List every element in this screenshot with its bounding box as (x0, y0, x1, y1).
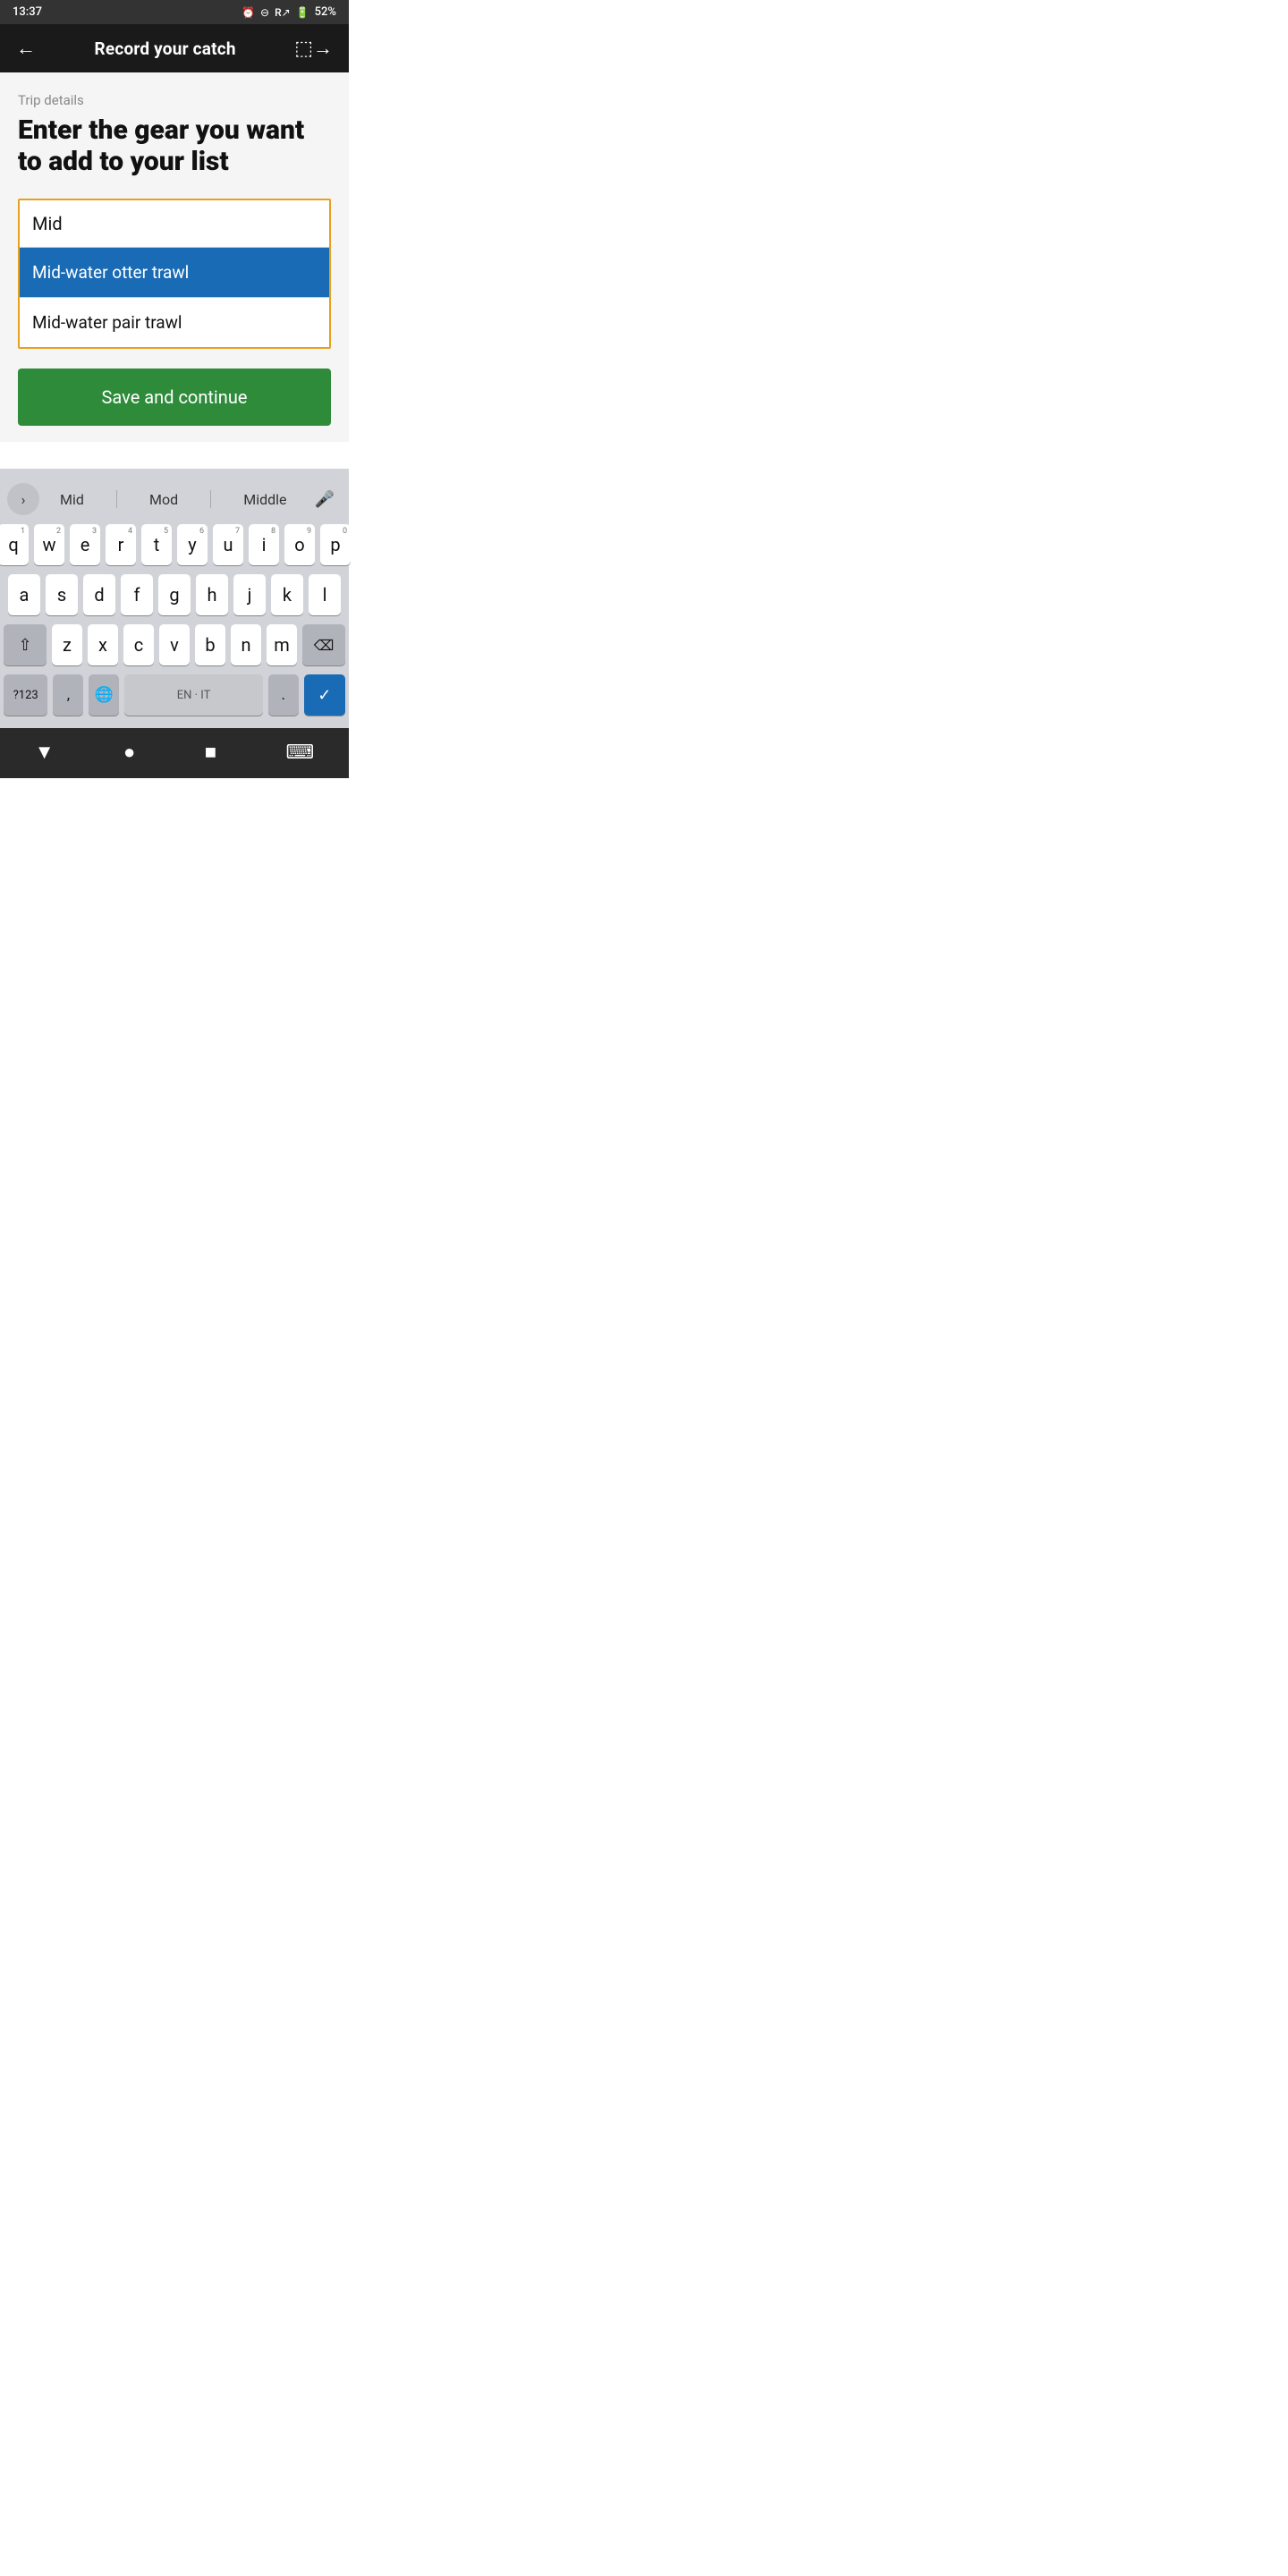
key-y[interactable]: 6y (177, 524, 208, 565)
suggestion-1[interactable]: Mod (140, 487, 187, 512)
app-bar: ← Record your catch ⬚→ (0, 24, 349, 72)
globe-key[interactable]: 🌐 (89, 674, 119, 716)
suggestion-items: Mid Mod Middle (39, 487, 308, 512)
key-p[interactable]: 0p (320, 524, 351, 565)
exit-icon[interactable]: ⬚→ (294, 37, 333, 60)
key-k[interactable]: k (271, 574, 303, 615)
key-q[interactable]: 1q (0, 524, 29, 565)
keyboard-area: › Mid Mod Middle 🎤 1q 2w 3e 4r 5t 6y 7u … (0, 469, 349, 728)
status-time: 13:37 (13, 5, 42, 19)
backspace-key[interactable]: ⌫ (302, 624, 345, 665)
dropdown-item-1[interactable]: Mid-water pair trawl (20, 298, 329, 347)
suggestion-divider-1 (210, 490, 211, 508)
suggestion-2[interactable]: Middle (234, 487, 295, 512)
key-l[interactable]: l (309, 574, 341, 615)
key-t[interactable]: 5t (141, 524, 172, 565)
key-row-1: 1q 2w 3e 4r 5t 6y 7u 8i 9o 0p (4, 524, 345, 565)
nav-recents-button[interactable]: ■ (191, 737, 231, 767)
gear-input-container: Mid-water otter trawl Mid-water pair tra… (18, 199, 331, 349)
suggestion-0[interactable]: Mid (51, 487, 93, 512)
key-d[interactable]: d (83, 574, 115, 615)
sym-key[interactable]: ?123 (4, 674, 47, 716)
key-v[interactable]: v (159, 624, 190, 665)
bottom-nav: ▼ ● ■ ⌨ (0, 728, 349, 778)
key-u[interactable]: 7u (213, 524, 243, 565)
dropdown-item-0[interactable]: Mid-water otter trawl (20, 248, 329, 297)
space-key[interactable]: EN · IT (124, 674, 262, 716)
status-icons: ⏰ ⊖ R↗ 🔋 52% (242, 5, 336, 19)
nav-home-button[interactable]: ● (109, 737, 149, 767)
period-key[interactable]: . (268, 674, 299, 716)
key-x[interactable]: x (88, 624, 118, 665)
key-row-2: a s d f g h j k l (4, 574, 345, 615)
nav-keyboard-button[interactable]: ⌨ (271, 738, 328, 767)
key-n[interactable]: n (231, 624, 261, 665)
battery-percent: 52% (315, 5, 336, 19)
key-z[interactable]: z (52, 624, 82, 665)
section-heading: Enter the gear you want to add to your l… (18, 115, 331, 177)
key-b[interactable]: b (195, 624, 225, 665)
key-i[interactable]: 8i (249, 524, 279, 565)
signal-icon: R↗ (275, 6, 291, 19)
key-row-4: ?123 , 🌐 EN · IT . ✓ (4, 674, 345, 716)
key-h[interactable]: h (196, 574, 228, 615)
battery-icon: 🔋 (296, 6, 309, 19)
suggestions-row: › Mid Mod Middle 🎤 (0, 478, 349, 521)
key-w[interactable]: 2w (34, 524, 64, 565)
key-j[interactable]: j (233, 574, 266, 615)
key-m[interactable]: m (267, 624, 297, 665)
key-f[interactable]: f (121, 574, 153, 615)
key-a[interactable]: a (8, 574, 40, 615)
suggestion-divider-0 (116, 490, 117, 508)
dnd-icon: ⊖ (260, 6, 269, 19)
key-row-3: ⇧ z x c v b n m ⌫ (4, 624, 345, 665)
key-e[interactable]: 3e (70, 524, 100, 565)
key-c[interactable]: c (123, 624, 154, 665)
key-s[interactable]: s (46, 574, 78, 615)
gear-search-input[interactable] (20, 200, 329, 247)
microphone-icon[interactable]: 🎤 (308, 487, 342, 513)
key-g[interactable]: g (158, 574, 191, 615)
save-continue-button[interactable]: Save and continue (18, 369, 331, 426)
key-o[interactable]: 9o (284, 524, 315, 565)
nav-back-button[interactable]: ▼ (21, 737, 69, 767)
page-title: Record your catch (95, 38, 236, 59)
section-label: Trip details (18, 92, 331, 108)
main-content: Trip details Enter the gear you want to … (0, 72, 349, 442)
status-bar: 13:37 ⏰ ⊖ R↗ 🔋 52% (0, 0, 349, 24)
shift-key[interactable]: ⇧ (4, 624, 47, 665)
suggestion-expand-button[interactable]: › (7, 483, 39, 515)
enter-key[interactable]: ✓ (304, 674, 345, 716)
alarm-icon: ⏰ (242, 6, 255, 19)
back-button[interactable]: ← (16, 37, 36, 60)
key-r[interactable]: 4r (106, 524, 136, 565)
comma-key[interactable]: , (53, 674, 83, 716)
keyboard-rows: 1q 2w 3e 4r 5t 6y 7u 8i 9o 0p a s d f g … (0, 521, 349, 728)
